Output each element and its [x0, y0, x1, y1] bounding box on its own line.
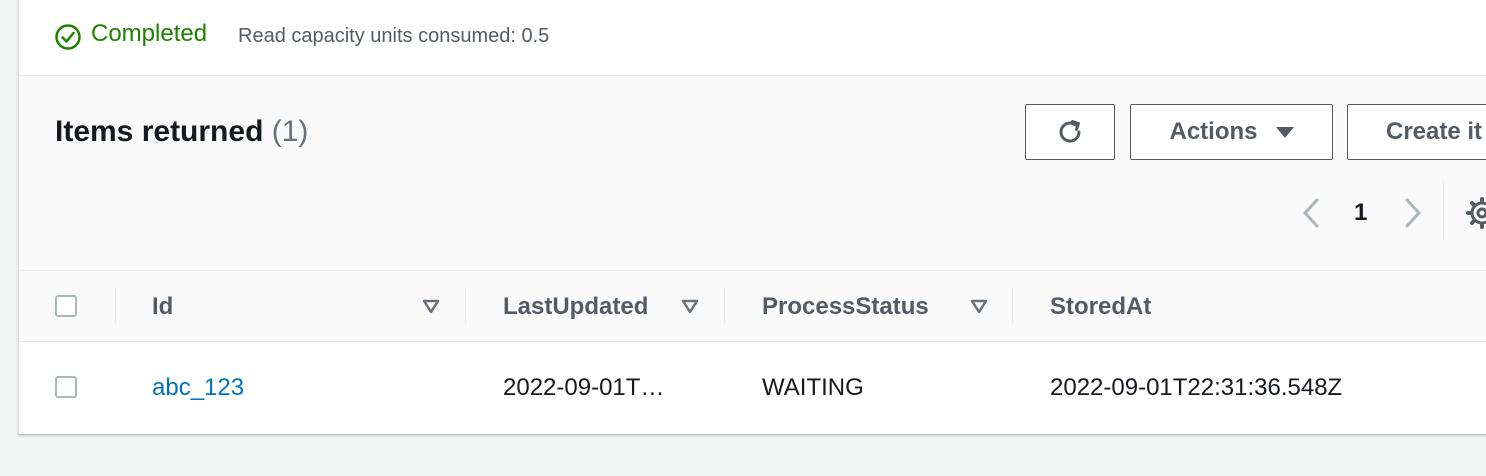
column-header-lastupdated[interactable]: LastUpdated — [503, 293, 648, 321]
query-status-bar: Completed Read capacity units consumed: … — [19, 0, 1486, 76]
chevron-left-icon[interactable] — [1299, 196, 1323, 230]
column-header-id[interactable]: Id — [152, 293, 173, 321]
select-all-checkbox[interactable] — [55, 295, 77, 317]
refresh-icon — [1059, 120, 1081, 143]
check-circle-icon — [55, 24, 81, 50]
column-header-processstatus[interactable]: ProcessStatus — [762, 293, 929, 321]
gear-icon[interactable] — [1465, 196, 1486, 230]
refresh-button[interactable] — [1025, 104, 1115, 160]
status-label: Completed — [91, 20, 208, 47]
items-count: (1) — [271, 115, 309, 148]
cell-storedat: 2022-09-01T22:31:36.548Z — [1050, 374, 1343, 401]
capacity-consumed-text: Read capacity units consumed: 0.5 — [238, 25, 550, 47]
table-header-row: Id LastUpdated ProcessStatus StoredAt — [19, 271, 1486, 342]
items-returned-title: Items returned (1) — [55, 115, 308, 149]
column-header-storedat[interactable]: StoredAt — [1050, 293, 1151, 321]
actions-label: Actions — [1169, 118, 1258, 145]
column-separator — [1012, 288, 1013, 324]
sort-icon[interactable] — [970, 299, 988, 315]
create-item-button[interactable]: Create it — [1347, 104, 1486, 160]
current-page-number[interactable]: 1 — [1354, 199, 1367, 227]
column-separator — [115, 288, 116, 324]
table-row[interactable]: abc_123 2022-09-01T… WAITING 2022-09-01T… — [19, 342, 1486, 432]
create-item-label: Create it — [1386, 118, 1483, 145]
column-separator — [465, 288, 466, 324]
results-panel: Completed Read capacity units consumed: … — [18, 0, 1486, 435]
items-header: Items returned (1) Actions Create it 1 — [19, 76, 1486, 271]
row-select-checkbox[interactable] — [55, 376, 77, 398]
cell-processstatus: WAITING — [762, 374, 864, 401]
chevron-right-icon[interactable] — [1401, 196, 1425, 230]
item-id-link[interactable]: abc_123 — [152, 374, 244, 402]
title-text: Items returned — [55, 115, 264, 148]
column-separator — [724, 288, 725, 324]
pager-divider — [1443, 181, 1444, 239]
caret-down-icon — [1275, 126, 1294, 138]
sort-icon[interactable] — [681, 299, 699, 315]
sort-icon[interactable] — [422, 299, 440, 315]
actions-dropdown-button[interactable]: Actions — [1130, 104, 1333, 160]
cell-lastupdated: 2022-09-01T… — [503, 374, 665, 401]
